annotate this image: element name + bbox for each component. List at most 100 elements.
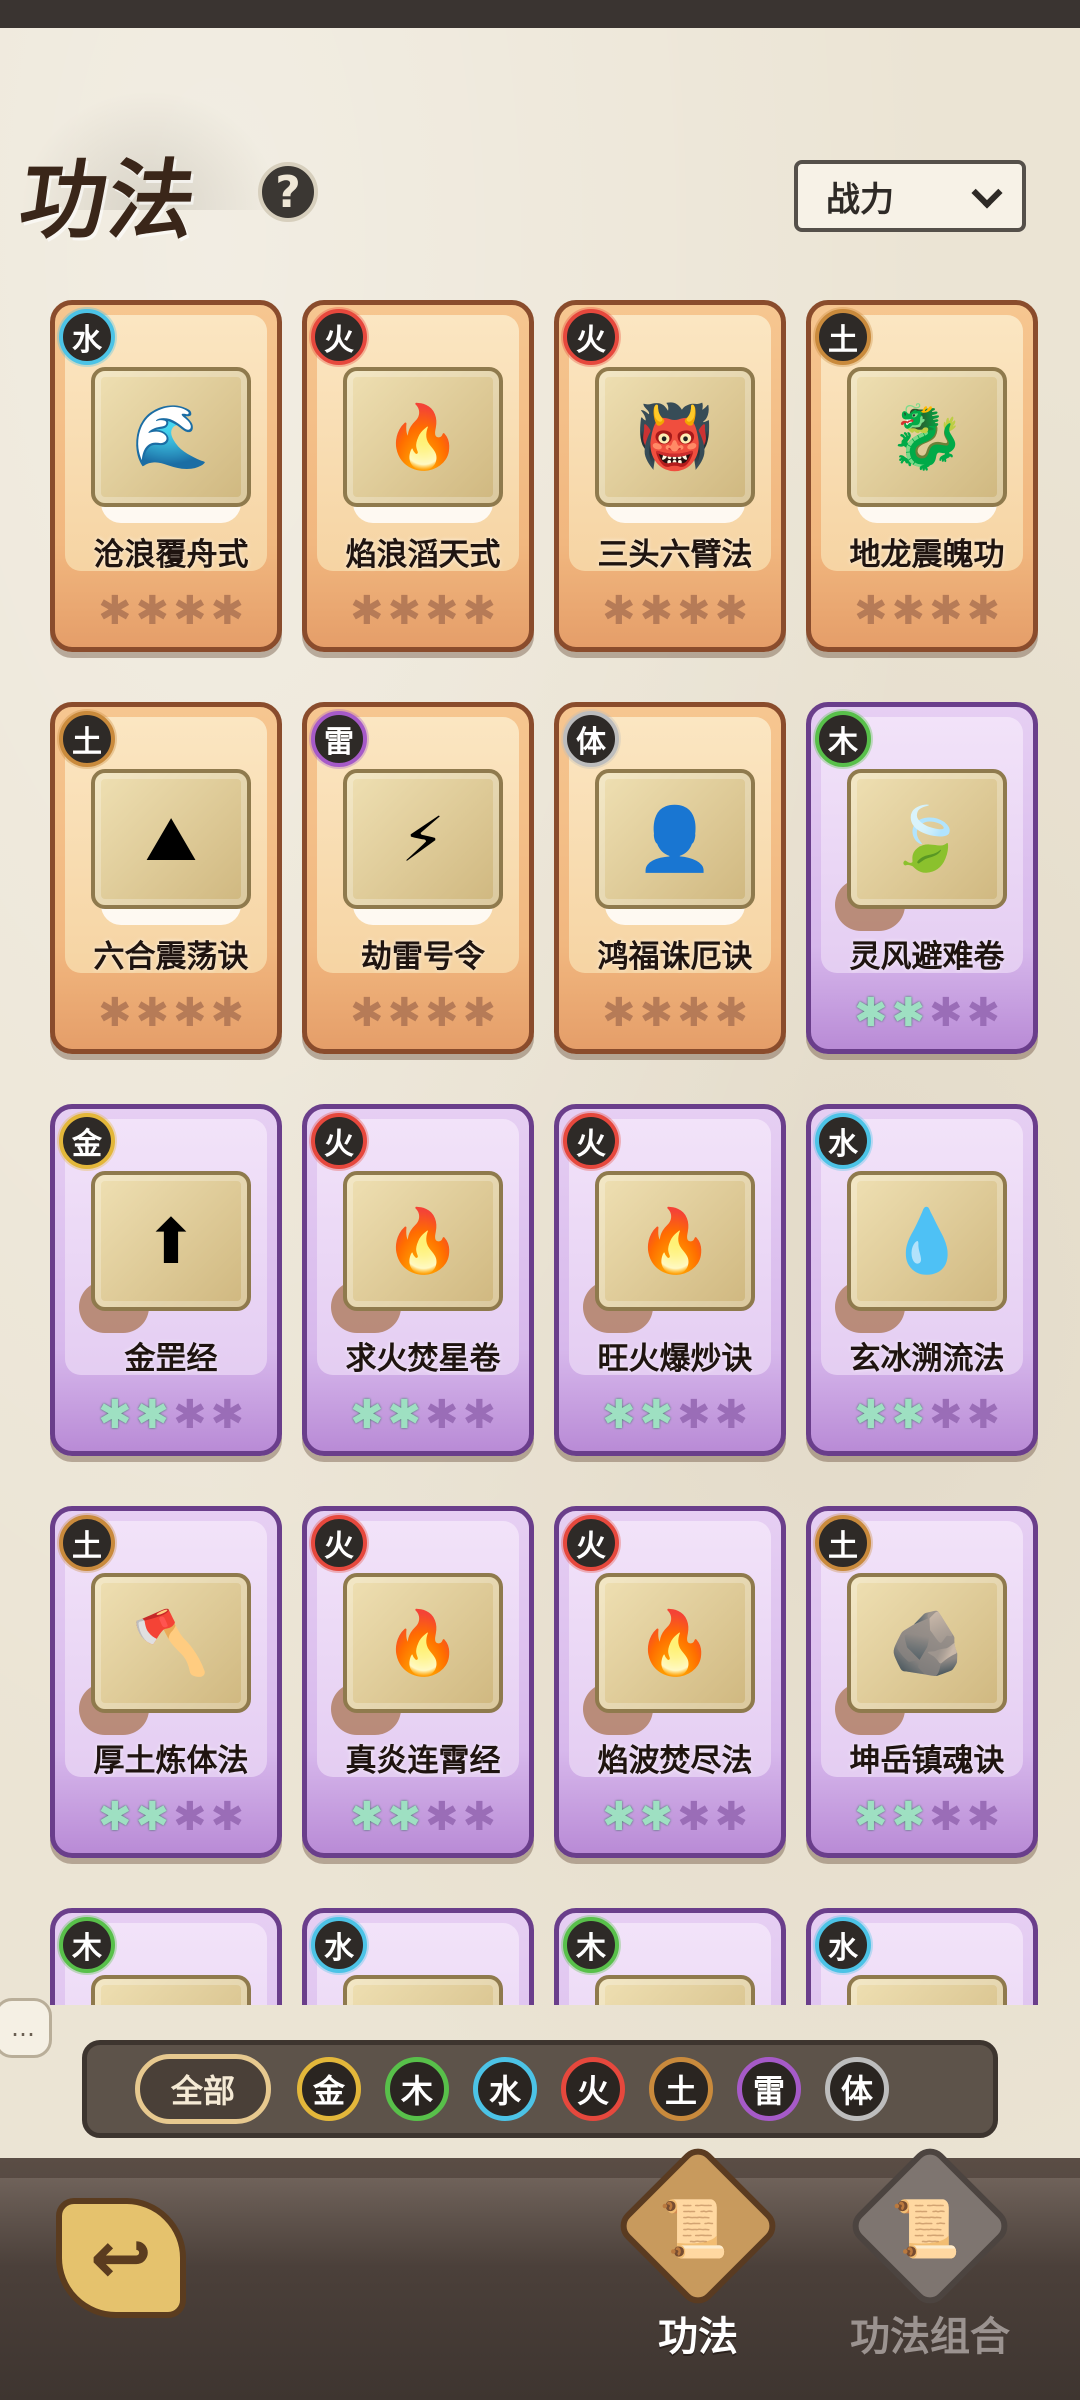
star-icon: ✱ <box>677 1392 711 1438</box>
star-icon: ✱ <box>173 990 207 1036</box>
star-icon: ✱ <box>387 990 421 1036</box>
skill-card[interactable]: 土 🐉 地龙震魄功 ✱ ✱ ✱ ✱ <box>806 300 1038 652</box>
page-title: 功法 <box>13 150 204 251</box>
star-rating: ✱ ✱ ✱ ✱ <box>811 591 1033 631</box>
element-badge: 土 <box>815 1515 871 1571</box>
skill-card[interactable]: 金 ⬆ 金罡经 ✱ ✱ ✱ ✱ <box>50 1104 282 1456</box>
skill-scroll-icon: 🐉 <box>847 367 1007 507</box>
star-icon: ✱ <box>677 990 711 1036</box>
star-icon: ✱ <box>135 1392 169 1438</box>
star-rating: ✱ ✱ ✱ ✱ <box>307 1794 529 1840</box>
skill-name: 劫雷号令 <box>361 939 485 975</box>
skill-card[interactable]: 木✱✱✱✱ <box>554 1908 786 2005</box>
star-icon: ✱ <box>173 1392 207 1438</box>
sort-dropdown[interactable]: 战力 <box>794 160 1026 232</box>
element-badge: 火 <box>311 309 367 365</box>
skill-card[interactable]: 土 🪨 坤岳镇魂诀 ✱ ✱ ✱ ✱ <box>806 1506 1038 1858</box>
element-badge: 木 <box>59 1917 115 1973</box>
skill-card[interactable]: 土 ⛰ 六合震荡诀 ✱ ✱ ✱ ✱ <box>50 702 282 1054</box>
skill-name: 焰波焚尽法 <box>597 1743 753 1779</box>
skill-card[interactable]: 火 👹 三头六臂法 ✱ ✱ ✱ ✱ <box>554 300 786 652</box>
element-badge: 土 <box>815 309 871 365</box>
skill-name: 真炎连霄经 <box>345 1743 501 1779</box>
help-icon[interactable]: ? <box>258 162 318 222</box>
nav-tab-label: 功法 <box>658 2314 738 2360</box>
skill-card[interactable]: 水 🌊 沧浪覆舟式 ✱ ✱ ✱ ✱ <box>50 300 282 652</box>
skill-card[interactable]: 水✱✱✱✱ <box>302 1908 534 2005</box>
skill-scroll-icon: 🔥 <box>343 367 503 507</box>
chat-bubble-icon[interactable]: … <box>0 1998 52 2058</box>
star-icon: ✱ <box>714 990 749 1036</box>
nav-tab-skill-combos[interactable]: 📜 功法组合 <box>830 2141 1030 2362</box>
star-rating: ✱ ✱ ✱ ✱ <box>811 1797 1033 1837</box>
star-icon: ✱ <box>891 1392 925 1438</box>
skill-card[interactable]: 水 💧 玄冰溯流法 ✱ ✱ ✱ ✱ <box>806 1104 1038 1456</box>
filter-all-button[interactable]: 全部 <box>135 2054 271 2124</box>
element-badge: 火 <box>311 1113 367 1169</box>
skill-card[interactable]: 火 🔥 真炎连霄经 ✱ ✱ ✱ ✱ <box>302 1506 534 1858</box>
skill-card[interactable]: 火 🔥 求火焚星卷 ✱ ✱ ✱ ✱ <box>302 1104 534 1456</box>
skill-card[interactable]: 体 👤 鸿福诛厄诀 ✱ ✱ ✱ ✱ <box>554 702 786 1054</box>
skill-card[interactable]: 雷 ⚡ 劫雷号令 ✱ ✱ ✱ ✱ <box>302 702 534 1054</box>
element-badge: 土 <box>59 1515 115 1571</box>
element-badge: 水 <box>59 309 115 365</box>
filter-element-chip[interactable]: 木 <box>385 2057 449 2121</box>
star-icon: ✱ <box>349 990 384 1036</box>
star-icon: ✱ <box>601 990 636 1036</box>
skill-scroll-icon: 🔥 <box>343 1171 503 1311</box>
skill-card[interactable]: 水✱✱✱✱ <box>806 1908 1038 2005</box>
skill-scroll-icon: 💧 <box>847 1171 1007 1311</box>
skill-scroll-icon: ⬆ <box>91 1171 251 1311</box>
element-badge: 雷 <box>311 711 367 767</box>
skill-card[interactable]: 火 🔥 焰波焚尽法 ✱ ✱ ✱ ✱ <box>554 1506 786 1858</box>
scroll-icon: 📜 <box>613 2141 783 2311</box>
skill-scroll-icon: 🌊 <box>91 367 251 507</box>
star-icon: ✱ <box>929 990 963 1036</box>
filter-element-chip[interactable]: 金 <box>297 2057 361 2121</box>
star-icon: ✱ <box>462 588 497 634</box>
skill-card[interactable]: 木✱✱✱✱ <box>50 1908 282 2005</box>
element-badge: 体 <box>563 711 619 767</box>
filter-element-chip[interactable]: 火 <box>561 2057 625 2121</box>
element-badge: 木 <box>815 711 871 767</box>
star-icon: ✱ <box>462 1794 497 1840</box>
skill-card[interactable]: 火 🔥 焰浪滔天式 ✱ ✱ ✱ ✱ <box>302 300 534 652</box>
star-icon: ✱ <box>135 1794 169 1840</box>
star-rating: ✱ ✱ ✱ ✱ <box>55 990 277 1036</box>
star-rating: ✱ ✱ ✱ ✱ <box>811 990 1033 1036</box>
skill-card[interactable]: 土 🪓 厚土炼体法 ✱ ✱ ✱ ✱ <box>50 1506 282 1858</box>
skill-name: 焰浪滔天式 <box>345 537 501 573</box>
skill-scroll-icon <box>847 1975 1007 2005</box>
skill-scroll-icon: 🍃 <box>847 769 1007 909</box>
skill-card[interactable]: 木 🍃 灵风避难卷 ✱ ✱ ✱ ✱ <box>806 702 1038 1054</box>
filter-element-chip[interactable]: 体 <box>825 2057 889 2121</box>
skill-scroll-icon: 🔥 <box>595 1573 755 1713</box>
star-icon: ✱ <box>601 1392 636 1438</box>
star-icon: ✱ <box>210 1392 245 1438</box>
nav-tab-skills[interactable]: 📜 功法 <box>608 2141 788 2362</box>
element-badge: 火 <box>563 1113 619 1169</box>
element-badge: 火 <box>563 1515 619 1571</box>
star-rating: ✱ ✱ ✱ ✱ <box>559 1794 781 1840</box>
star-icon: ✱ <box>714 1392 749 1438</box>
star-icon: ✱ <box>462 990 497 1036</box>
back-arrow-icon[interactable]: ↩ <box>56 2198 186 2318</box>
skill-scroll-icon: ⛰ <box>91 769 251 909</box>
star-icon: ✱ <box>853 990 888 1036</box>
star-icon: ✱ <box>210 588 245 634</box>
star-icon: ✱ <box>601 1794 636 1840</box>
skill-scroll-icon: ⚡ <box>343 769 503 909</box>
element-badge: 火 <box>563 309 619 365</box>
skill-card[interactable]: 火 🔥 旺火爆炒诀 ✱ ✱ ✱ ✱ <box>554 1104 786 1456</box>
star-icon: ✱ <box>929 1392 963 1438</box>
star-icon: ✱ <box>639 1794 673 1840</box>
star-icon: ✱ <box>387 1392 421 1438</box>
filter-element-chip[interactable]: 雷 <box>737 2057 801 2121</box>
star-icon: ✱ <box>387 1794 421 1840</box>
skill-scroll-icon: 🔥 <box>343 1573 503 1713</box>
filter-element-chip[interactable]: 土 <box>649 2057 713 2121</box>
sort-label: 战力 <box>826 179 894 220</box>
filter-element-chip[interactable]: 水 <box>473 2057 537 2121</box>
skill-name: 求火焚星卷 <box>345 1341 501 1377</box>
chevron-down-icon <box>972 182 1000 210</box>
